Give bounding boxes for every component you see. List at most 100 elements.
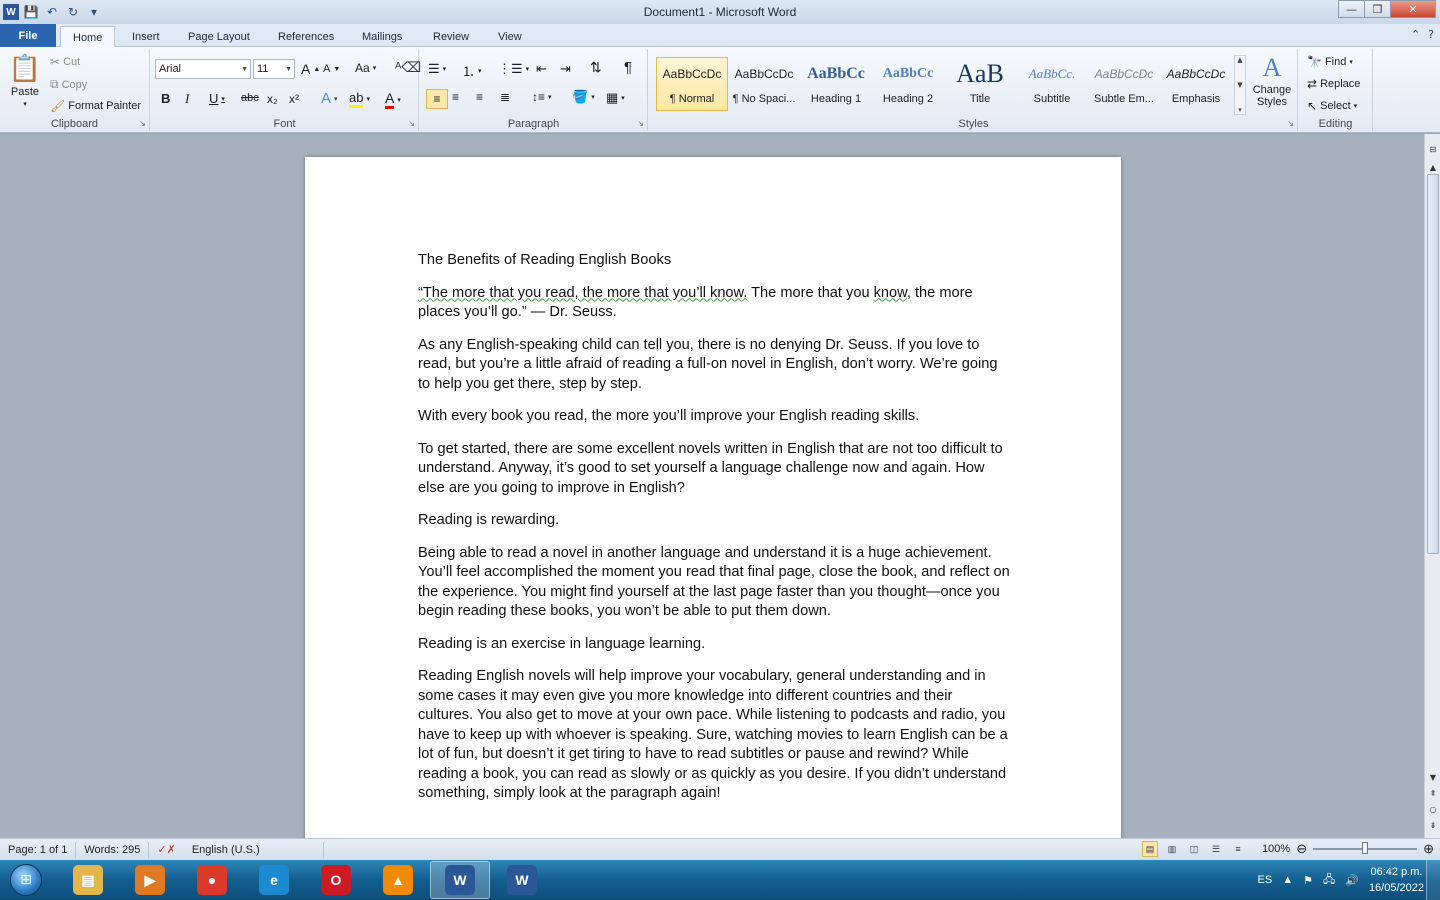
taskbar-vlc-button[interactable]: ▲ [368,861,428,899]
align-right-button[interactable]: ≡ [476,90,483,104]
style-normal[interactable]: AaBbCcDc ¶ Normal [656,57,728,111]
close-button[interactable]: ✕ [1390,0,1436,18]
grow-font-button[interactable]: A ▲ [301,61,320,77]
underline-button[interactable]: U ▾ [209,91,225,106]
dialog-launcher-icon[interactable]: ↘ [408,119,415,128]
previous-page-icon[interactable]: ⇞ [1426,786,1440,800]
select-button[interactable]: ↖ Select ▾ [1307,99,1357,113]
font-name-box[interactable]: Arial ▼ [155,59,251,79]
dialog-launcher-icon[interactable]: ↘ [1287,119,1294,128]
zoom-level[interactable]: 100% [1262,843,1290,855]
tab-mailings[interactable]: Mailings [350,26,414,47]
shading-button[interactable]: 🪣 ▾ [572,89,595,105]
browse-object-icon[interactable]: ○ [1426,802,1440,816]
proofing-status-icon[interactable]: ✓✗ [149,842,183,858]
change-styles-button[interactable]: A Change Styles [1250,53,1294,108]
superscript-button[interactable]: x² [289,92,299,106]
help-icon[interactable]: ? [1428,28,1434,41]
taskbar-opera-button[interactable]: O [306,861,366,899]
tab-review[interactable]: Review [421,26,481,47]
minimize-ribbon-icon[interactable]: ⌃ [1411,28,1420,41]
dialog-launcher-icon[interactable]: ↘ [139,119,146,128]
start-button[interactable]: ⊞ [0,860,52,900]
tab-file[interactable]: File [0,24,56,47]
cut-button[interactable]: ✂ Cut [50,55,80,69]
font-color-button[interactable]: A ▾ [385,90,401,109]
align-left-button[interactable]: ≡ [426,89,448,109]
justify-button[interactable]: ≣ [500,90,510,104]
replace-button[interactable]: ⇄ Replace [1307,77,1360,91]
input-language[interactable]: ES [1258,874,1273,886]
highlight-button[interactable]: ab ▾ [349,90,370,108]
borders-button[interactable]: ▦ ▾ [606,90,625,106]
multilevel-list-button[interactable]: ⋮☰ ▾ [498,61,529,77]
tab-view[interactable]: View [486,26,534,47]
minimize-button[interactable]: — [1338,0,1365,18]
zoom-slider-knob[interactable] [1362,842,1369,854]
tab-home[interactable]: Home [60,26,116,48]
print-layout-icon[interactable]: ▤ [1142,841,1159,857]
style-heading-1[interactable]: AaBbCc Heading 1 [800,57,872,111]
text-effects-button[interactable]: A ▾ [321,90,338,107]
outline-view-icon[interactable]: ☰ [1208,841,1224,857]
style-heading-2[interactable]: AaBbCc Heading 2 [872,57,944,111]
zoom-out-icon[interactable]: ⊖ [1296,841,1307,857]
tab-insert[interactable]: Insert [120,26,172,47]
next-page-icon[interactable]: ⇟ [1426,818,1440,832]
tab-references[interactable]: References [266,26,346,47]
strikethrough-button[interactable]: abc [241,92,259,104]
network-icon[interactable]: 🖧 [1323,871,1335,890]
style-no-spacing[interactable]: AaBbCcDc ¶ No Spaci... [728,57,800,111]
clear-formatting-button[interactable]: ᴬ⌫ [395,59,421,76]
scroll-up-icon[interactable]: ▲ [1426,160,1440,174]
style-emphasis[interactable]: AaBbCcDc Emphasis [1160,57,1232,111]
taskbar-edge-button[interactable]: e [244,861,304,899]
scroll-down-icon[interactable]: ▼ [1426,770,1440,784]
clock[interactable]: 06:42 p.m. 16/05/2022 [1369,864,1424,896]
bold-button[interactable]: B [161,91,170,106]
align-center-button[interactable]: ≡ [452,90,459,104]
styles-gallery-scroller[interactable]: ▲ ▼ ▾ [1234,55,1246,115]
copy-button[interactable]: ⧉ Copy [50,77,87,92]
change-case-button[interactable]: Aa ▾ [355,61,376,75]
dialog-launcher-icon[interactable]: ↘ [637,119,644,128]
taskbar-word-2-button[interactable]: W [492,861,552,899]
find-button[interactable]: 🔭 Find ▾ [1307,55,1353,69]
zoom-in-icon[interactable]: ⊕ [1423,841,1434,857]
format-painter-button[interactable]: 🖌 Format Painter [50,99,141,113]
vertical-scrollbar[interactable]: ⊟ ▲ ▼ ⇞ ○ ⇟ [1424,134,1440,838]
volume-icon[interactable]: 🔊 [1345,874,1359,887]
font-size-box[interactable]: 11 ▼ [253,59,295,79]
web-layout-icon[interactable]: ◫ [1186,841,1202,857]
taskbar-chrome-button[interactable]: ● [182,861,242,899]
italic-button[interactable]: I [185,91,189,107]
line-spacing-button[interactable]: ↕≡ ▾ [532,90,552,104]
bullets-button[interactable]: ☰ ▾ [428,61,446,77]
draft-view-icon[interactable]: ≡ [1230,841,1246,857]
style-title[interactable]: AaB Title [944,57,1016,111]
show-desktop-button[interactable] [1426,860,1440,900]
taskbar-file-explorer-button[interactable]: ▤ [58,861,118,899]
maximize-button[interactable]: ❐ [1364,0,1391,18]
taskbar-media-player-button[interactable]: ▶ [120,861,180,899]
scrollbar-thumb[interactable] [1427,174,1439,554]
subscript-button[interactable]: x₂ [267,92,278,106]
full-screen-reading-icon[interactable]: ▥ [1164,841,1180,857]
style-subtitle[interactable]: AaBbCc. Subtitle [1016,57,1088,111]
document-body[interactable]: The Benefits of Reading English Books “T… [418,251,1011,817]
taskbar-word-1-button[interactable]: W [430,861,490,899]
show-hidden-icons[interactable]: ▲ [1282,874,1293,886]
paste-button[interactable]: 📋 Paste ▾ [6,53,44,108]
action-center-flag-icon[interactable]: ⚑ [1303,874,1313,887]
show-formatting-button[interactable]: ¶ [624,59,632,76]
shrink-font-button[interactable]: A ▼ [323,63,340,75]
increase-indent-button[interactable]: ⇥ [560,61,571,77]
language-indicator[interactable]: English (U.S.) [184,841,324,858]
zoom-slider[interactable] [1313,842,1418,854]
style-subtle-emphasis[interactable]: AaBbCcDc Subtle Em... [1088,57,1160,111]
word-count[interactable]: Words: 295 [76,841,150,858]
sort-button[interactable]: ⇅ [590,59,602,76]
page-count[interactable]: Page: 1 of 1 [0,841,77,858]
numbering-button[interactable]: ⒈ ▾ [462,61,482,80]
tab-page-layout[interactable]: Page Layout [176,26,262,47]
